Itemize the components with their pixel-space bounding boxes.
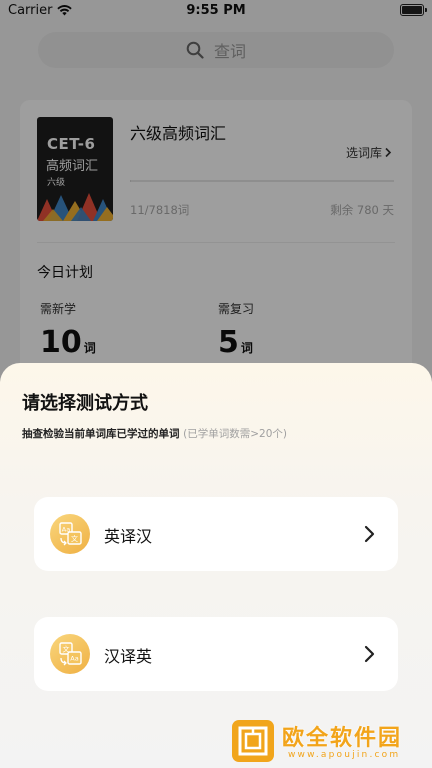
sheet-subtitle-text: 抽查检验当前单词库已学过的单词	[22, 428, 180, 440]
svg-text:文: 文	[71, 534, 78, 543]
svg-text:Aa: Aa	[70, 655, 78, 663]
sheet-title: 请选择测试方式	[22, 393, 148, 414]
option-en-to-zh-label: 英译汉	[104, 527, 153, 546]
watermark-text: 欧全软件园	[282, 726, 403, 751]
translate-en-zh-icon: Aa 文	[50, 514, 90, 554]
watermark-logo-icon	[232, 720, 274, 762]
sheet-subtitle: 抽查检验当前单词库已学过的单词 (已学单词数需>20个)	[22, 426, 287, 441]
chevron-right-icon	[364, 525, 375, 543]
watermark: 欧全软件园 www.apoujin.com	[232, 718, 428, 764]
option-zh-to-en[interactable]: 文 Aa 汉译英	[34, 617, 398, 691]
watermark-url: www.apoujin.com	[288, 750, 401, 760]
translate-zh-en-icon: 文 Aa	[50, 634, 90, 674]
sheet-hint: (已学单词数需>20个)	[183, 428, 288, 440]
option-zh-to-en-label: 汉译英	[104, 647, 153, 666]
test-mode-sheet: 请选择测试方式 抽查检验当前单词库已学过的单词 (已学单词数需>20个) Aa …	[0, 363, 432, 768]
chevron-right-icon	[364, 645, 375, 663]
option-en-to-zh[interactable]: Aa 文 英译汉	[34, 497, 398, 571]
